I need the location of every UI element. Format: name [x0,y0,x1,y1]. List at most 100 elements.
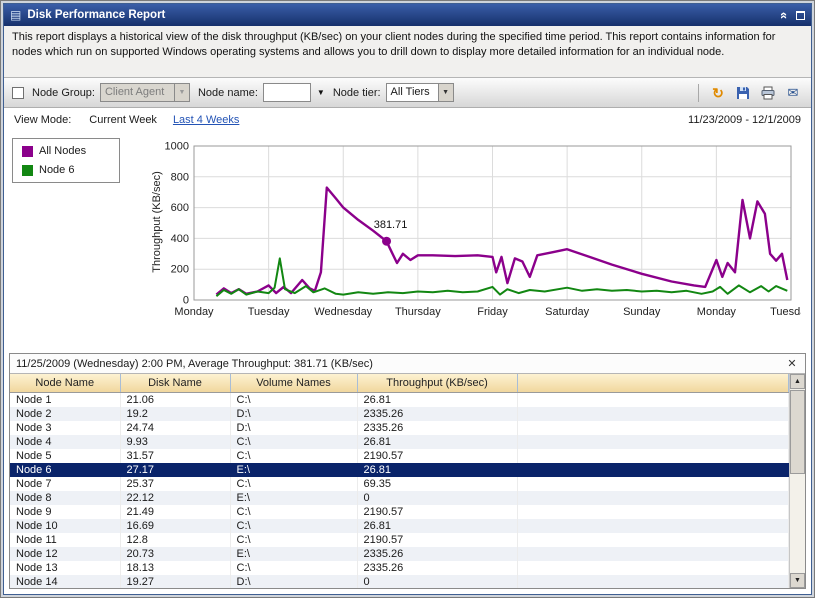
table-cell: Node 10 [10,519,120,533]
table-row[interactable]: Node 219.2D:\2335.26 [10,407,789,421]
node-name-dropdown-icon[interactable]: ▼ [317,88,325,97]
email-button[interactable]: ✉ [783,83,803,103]
table-cell: 2335.26 [357,407,517,421]
table-row[interactable]: Node 1419.27D:\0 [10,575,789,589]
maximize-icon[interactable] [796,11,805,20]
view-mode-row: View Mode: Current Week Last 4 Weeks 11/… [4,108,811,132]
table-cell-filler [517,421,789,435]
table-cell: Node 9 [10,505,120,519]
table-cell: Node 4 [10,435,120,449]
table-row[interactable]: Node 1016.69C:\26.81 [10,519,789,533]
table-cell-filler [517,435,789,449]
column-header[interactable]: Disk Name [120,374,230,392]
window-title: Disk Performance Report [27,9,165,21]
chevron-down-icon: ▼ [438,84,453,101]
x-tick-label: Friday [477,306,508,318]
print-icon [761,86,775,100]
series-all-nodes [216,188,787,295]
table-row[interactable]: Node 725.37C:\69.35 [10,477,789,491]
table-cell-filler [517,575,789,589]
table-row[interactable]: Node 1112.8C:\2190.57 [10,533,789,547]
x-tick-label: Tuesday [770,306,801,318]
table-cell: 12.8 [120,533,230,547]
save-button[interactable] [733,83,753,103]
legend-swatch [22,146,33,157]
node-group-label: Node Group: [32,87,95,99]
table-row[interactable]: Node 49.93C:\26.81 [10,435,789,449]
table-cell: 31.57 [120,449,230,463]
table-cell-filler [517,533,789,547]
table-cell: 19.2 [120,407,230,421]
table-cell: Node 3 [10,421,120,435]
table-cell: E:\ [230,491,357,505]
column-header[interactable]: Volume Names [230,374,357,392]
x-tick-label: Thursday [395,306,441,318]
table-cell-filler [517,477,789,491]
table-cell: 0 [357,575,517,589]
legend-item: Node 6 [22,164,110,176]
table-row[interactable]: Node 531.57C:\2190.57 [10,449,789,463]
print-button[interactable] [758,83,778,103]
table-cell: D:\ [230,407,357,421]
legend-item: All Nodes [22,145,110,157]
refresh-button[interactable]: ↻ [708,83,728,103]
scroll-up-icon[interactable]: ▲ [790,374,805,389]
node-name-input[interactable] [263,83,311,102]
table-cell: D:\ [230,575,357,589]
table-cell: E:\ [230,463,357,477]
collapse-icon[interactable]: « [778,11,791,18]
x-tick-label: Wednesday [314,306,372,318]
legend-label: All Nodes [39,145,86,157]
table-row[interactable]: Node 324.74D:\2335.26 [10,421,789,435]
y-tick-label: 600 [171,202,189,214]
table-cell: Node 11 [10,533,120,547]
table-cell: 9.93 [120,435,230,449]
scroll-down-icon[interactable]: ▼ [790,573,805,588]
table-cell: C:\ [230,477,357,491]
node-tier-select[interactable]: All Tiers ▼ [386,83,454,102]
table-cell: 69.35 [357,477,517,491]
annotation-dot[interactable] [382,237,391,246]
y-tick-label: 1000 [165,141,189,153]
table-scrollbar[interactable]: ▲ ▼ [789,374,805,588]
table-row[interactable]: Node 627.17E:\26.81 [10,463,789,477]
view-current-week[interactable]: Current Week [89,114,157,126]
legend-swatch [22,165,33,176]
table-cell: 19.27 [120,575,230,589]
column-header[interactable]: Node Name [10,374,120,392]
table-row[interactable]: Node 121.06C:\26.81 [10,392,789,407]
x-tick-label: Monday [174,306,214,318]
column-header[interactable]: Throughput (KB/sec) [357,374,517,392]
close-icon[interactable]: ✕ [785,357,799,370]
y-tick-label: 400 [171,233,189,245]
table-row[interactable]: Node 822.12E:\0 [10,491,789,505]
table-cell-filler [517,561,789,575]
title-bar-controls: « [781,9,805,22]
table-cell: Node 14 [10,575,120,589]
scroll-thumb[interactable] [790,390,805,474]
node-tier-label: Node tier: [333,87,381,99]
table-cell: 16.69 [120,519,230,533]
table-row[interactable]: Node 921.49C:\2190.57 [10,505,789,519]
table-cell: C:\ [230,505,357,519]
table-cell: 27.17 [120,463,230,477]
node-group-checkbox[interactable] [12,87,24,99]
chart-legend: All Nodes Node 6 [12,138,120,183]
table-cell: Node 6 [10,463,120,477]
table-cell: 2335.26 [357,561,517,575]
table-row[interactable]: Node 1220.73E:\2335.26 [10,547,789,561]
filter-toolbar: Node Group: Client Agent ▼ Node name: ▼ … [4,78,811,108]
table-cell: Node 5 [10,449,120,463]
table-cell-filler [517,547,789,561]
table-row[interactable]: Node 1318.13C:\2335.26 [10,561,789,575]
disk-performance-report-window: ▤ Disk Performance Report « This report … [0,0,815,598]
table-cell-filler [517,491,789,505]
report-frame: ▤ Disk Performance Report « This report … [3,3,812,595]
view-last-4-weeks-link[interactable]: Last 4 Weeks [173,114,239,126]
chart-section: All NodesNode 6 Throughput (KB/sec) 0200… [4,132,811,348]
x-tick-label: Monday [697,306,737,318]
throughput-chart[interactable]: 02004006008001000MondayTuesdayWednesdayT… [149,134,801,334]
node-group-select[interactable]: Client Agent ▼ [100,83,190,102]
table-cell: C:\ [230,533,357,547]
drilldown-header: 11/25/2009 (Wednesday) 2:00 PM, Average … [10,354,805,374]
